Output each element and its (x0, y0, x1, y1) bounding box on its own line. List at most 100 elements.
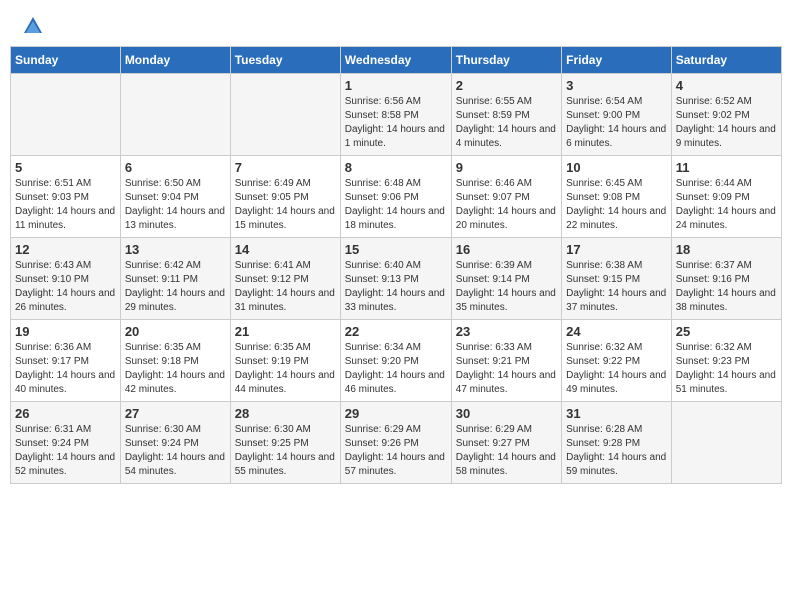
day-info: Sunrise: 6:43 AMSunset: 9:10 PMDaylight:… (15, 259, 116, 315)
day-info: Sunrise: 6:34 AMSunset: 9:20 PMDaylight:… (345, 341, 447, 397)
day-info: Sunrise: 6:35 AMSunset: 9:18 PMDaylight:… (125, 341, 226, 397)
day-number: 22 (345, 324, 447, 339)
calendar-cell: 3 Sunrise: 6:54 AMSunset: 9:00 PMDaylight… (562, 74, 672, 156)
day-number: 15 (345, 242, 447, 257)
day-info: Sunrise: 6:36 AMSunset: 9:17 PMDaylight:… (15, 341, 116, 397)
day-number: 16 (456, 242, 557, 257)
column-header-tuesday: Tuesday (230, 47, 340, 74)
day-number: 4 (676, 78, 777, 93)
calendar-cell: 16 Sunrise: 6:39 AMSunset: 9:14 PMDayligh… (451, 238, 561, 320)
day-number: 30 (456, 406, 557, 421)
calendar-cell: 2 Sunrise: 6:55 AMSunset: 8:59 PMDaylight… (451, 74, 561, 156)
day-number: 28 (235, 406, 336, 421)
day-number: 25 (676, 324, 777, 339)
day-number: 13 (125, 242, 226, 257)
day-info: Sunrise: 6:48 AMSunset: 9:06 PMDaylight:… (345, 177, 447, 233)
day-info: Sunrise: 6:45 AMSunset: 9:08 PMDaylight:… (566, 177, 667, 233)
day-number: 20 (125, 324, 226, 339)
logo (20, 15, 44, 33)
day-number: 5 (15, 160, 116, 175)
day-info: Sunrise: 6:42 AMSunset: 9:11 PMDaylight:… (125, 259, 226, 315)
day-number: 6 (125, 160, 226, 175)
day-info: Sunrise: 6:52 AMSunset: 9:02 PMDaylight:… (676, 95, 777, 151)
day-number: 10 (566, 160, 667, 175)
calendar-header-row: SundayMondayTuesdayWednesdayThursdayFrid… (11, 47, 782, 74)
day-info: Sunrise: 6:49 AMSunset: 9:05 PMDaylight:… (235, 177, 336, 233)
column-header-monday: Monday (120, 47, 230, 74)
calendar-cell (230, 74, 340, 156)
day-number: 17 (566, 242, 667, 257)
calendar-week-row: 12Sunrise: 6:43 AMSunset: 9:10 PMDayligh… (11, 238, 782, 320)
day-number: 2 (456, 78, 557, 93)
calendar-cell (11, 74, 121, 156)
calendar-cell (120, 74, 230, 156)
day-info: Sunrise: 6:28 AMSunset: 9:28 PMDaylight:… (566, 423, 667, 479)
calendar-week-row: 1Sunrise: 6:56 AMSunset: 8:58 PMDaylight… (11, 74, 782, 156)
calendar-cell: 15 Sunrise: 6:40 AMSunset: 9:13 PMDayligh… (340, 238, 451, 320)
day-number: 31 (566, 406, 667, 421)
calendar-cell: 23 Sunrise: 6:33 AMSunset: 9:21 PMDayligh… (451, 320, 561, 402)
calendar-cell: 19Sunrise: 6:36 AMSunset: 9:17 PMDayligh… (11, 320, 121, 402)
calendar-cell: 10 Sunrise: 6:45 AMSunset: 9:08 PMDayligh… (562, 156, 672, 238)
day-number: 9 (456, 160, 557, 175)
calendar-cell: 24 Sunrise: 6:32 AMSunset: 9:22 PMDayligh… (562, 320, 672, 402)
day-info: Sunrise: 6:39 AMSunset: 9:14 PMDaylight:… (456, 259, 557, 315)
day-number: 1 (345, 78, 447, 93)
day-number: 23 (456, 324, 557, 339)
calendar-cell: 5 Sunrise: 6:51 AMSunset: 9:03 PMDaylight… (11, 156, 121, 238)
day-number: 7 (235, 160, 336, 175)
calendar-cell: 29 Sunrise: 6:29 AMSunset: 9:26 PMDayligh… (340, 402, 451, 484)
calendar-cell: 28Sunrise: 6:30 AMSunset: 9:25 PMDayligh… (230, 402, 340, 484)
calendar-cell: 25Sunrise: 6:32 AMSunset: 9:23 PMDayligh… (671, 320, 781, 402)
day-info: Sunrise: 6:29 AMSunset: 9:26 PMDaylight:… (345, 423, 447, 479)
day-info: Sunrise: 6:54 AMSunset: 9:00 PMDaylight:… (566, 95, 667, 151)
calendar-cell: 14Sunrise: 6:41 AMSunset: 9:12 PMDayligh… (230, 238, 340, 320)
day-number: 18 (676, 242, 777, 257)
day-number: 3 (566, 78, 667, 93)
calendar-table: SundayMondayTuesdayWednesdayThursdayFrid… (10, 46, 782, 484)
calendar-cell: 9 Sunrise: 6:46 AMSunset: 9:07 PMDaylight… (451, 156, 561, 238)
calendar-cell: 8 Sunrise: 6:48 AMSunset: 9:06 PMDaylight… (340, 156, 451, 238)
calendar-cell: 6 Sunrise: 6:50 AMSunset: 9:04 PMDaylight… (120, 156, 230, 238)
day-info: Sunrise: 6:50 AMSunset: 9:04 PMDaylight:… (125, 177, 226, 233)
day-number: 8 (345, 160, 447, 175)
day-info: Sunrise: 6:31 AMSunset: 9:24 PMDaylight:… (15, 423, 116, 479)
day-info: Sunrise: 6:30 AMSunset: 9:24 PMDaylight:… (125, 423, 226, 479)
calendar-cell: 18 Sunrise: 6:37 AMSunset: 9:16 PMDayligh… (671, 238, 781, 320)
day-info: Sunrise: 6:33 AMSunset: 9:21 PMDaylight:… (456, 341, 557, 397)
calendar-week-row: 5 Sunrise: 6:51 AMSunset: 9:03 PMDaylight… (11, 156, 782, 238)
calendar-cell: 30 Sunrise: 6:29 AMSunset: 9:27 PMDayligh… (451, 402, 561, 484)
column-header-saturday: Saturday (671, 47, 781, 74)
day-info: Sunrise: 6:32 AMSunset: 9:22 PMDaylight:… (566, 341, 667, 397)
calendar-week-row: 19Sunrise: 6:36 AMSunset: 9:17 PMDayligh… (11, 320, 782, 402)
calendar-cell: 17 Sunrise: 6:38 AMSunset: 9:15 PMDayligh… (562, 238, 672, 320)
day-number: 27 (125, 406, 226, 421)
calendar-cell: 21 Sunrise: 6:35 AMSunset: 9:19 PMDayligh… (230, 320, 340, 402)
day-info: Sunrise: 6:51 AMSunset: 9:03 PMDaylight:… (15, 177, 116, 233)
day-info: Sunrise: 6:37 AMSunset: 9:16 PMDaylight:… (676, 259, 777, 315)
day-number: 11 (676, 160, 777, 175)
day-number: 24 (566, 324, 667, 339)
day-number: 29 (345, 406, 447, 421)
column-header-thursday: Thursday (451, 47, 561, 74)
day-info: Sunrise: 6:55 AMSunset: 8:59 PMDaylight:… (456, 95, 557, 151)
calendar-cell: 13 Sunrise: 6:42 AMSunset: 9:11 PMDayligh… (120, 238, 230, 320)
column-header-wednesday: Wednesday (340, 47, 451, 74)
logo-icon (22, 15, 44, 37)
calendar-cell: 12Sunrise: 6:43 AMSunset: 9:10 PMDayligh… (11, 238, 121, 320)
day-number: 21 (235, 324, 336, 339)
day-info: Sunrise: 6:38 AMSunset: 9:15 PMDaylight:… (566, 259, 667, 315)
day-number: 14 (235, 242, 336, 257)
day-info: Sunrise: 6:35 AMSunset: 9:19 PMDaylight:… (235, 341, 336, 397)
calendar-cell: 1Sunrise: 6:56 AMSunset: 8:58 PMDaylight… (340, 74, 451, 156)
day-info: Sunrise: 6:29 AMSunset: 9:27 PMDaylight:… (456, 423, 557, 479)
calendar-cell: 11 Sunrise: 6:44 AMSunset: 9:09 PMDayligh… (671, 156, 781, 238)
header (10, 10, 782, 38)
calendar-cell: 31 Sunrise: 6:28 AMSunset: 9:28 PMDayligh… (562, 402, 672, 484)
day-info: Sunrise: 6:44 AMSunset: 9:09 PMDaylight:… (676, 177, 777, 233)
calendar-cell: 20 Sunrise: 6:35 AMSunset: 9:18 PMDayligh… (120, 320, 230, 402)
calendar-cell: 22 Sunrise: 6:34 AMSunset: 9:20 PMDayligh… (340, 320, 451, 402)
calendar-cell: 27 Sunrise: 6:30 AMSunset: 9:24 PMDayligh… (120, 402, 230, 484)
day-info: Sunrise: 6:46 AMSunset: 9:07 PMDaylight:… (456, 177, 557, 233)
day-info: Sunrise: 6:40 AMSunset: 9:13 PMDaylight:… (345, 259, 447, 315)
